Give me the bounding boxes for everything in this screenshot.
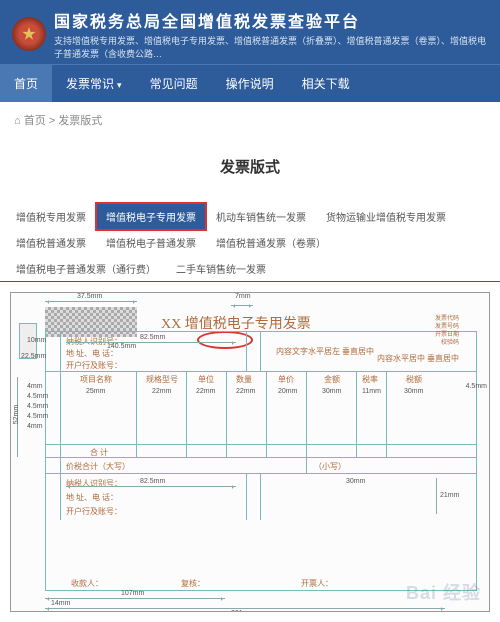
- seller-section: 纳税人识别号： 地 址、电 话： 开户行及账号： 82.5mm 21mm 30m…: [46, 474, 476, 520]
- app-header: 国家税务总局全国增值税发票查验平台 支持增值税专用发票、增值税电子专用发票、增值…: [0, 0, 500, 64]
- items-section: 项目名称 规格型号 单位 数量 单价 金额 税率 税额 25mm 22mm 22…: [46, 372, 476, 458]
- nav-download[interactable]: 相关下载: [288, 65, 364, 102]
- tab-vat-e-ordinary[interactable]: 增值税电子普通发票: [96, 229, 206, 256]
- app-subtitle: 支持增值税专用发票、增值税电子专用发票、增值税普通发票（折叠票）、增值税普通发票…: [54, 34, 488, 60]
- nav-knowledge[interactable]: 发票常识▾: [52, 65, 136, 102]
- app-title: 国家税务总局全国增值税发票查验平台: [54, 8, 488, 32]
- tab-vehicle[interactable]: 机动车销售统一发票: [206, 203, 316, 230]
- nav-faq[interactable]: 常见问题: [136, 65, 212, 102]
- watermark: Bai 经验: [406, 579, 481, 605]
- nav-guide[interactable]: 操作说明: [212, 65, 288, 102]
- nav-home[interactable]: 首页: [0, 65, 52, 102]
- tab-vat-ordinary[interactable]: 增值税普通发票: [6, 229, 96, 256]
- dim-top-left: [45, 301, 137, 302]
- total-section: 价税合计（大写） （小写）: [46, 458, 476, 474]
- main-nav: 首页 发票常识▾ 常见问题 操作说明 相关下载: [0, 64, 500, 102]
- tax-emblem-icon: [12, 17, 46, 51]
- tab-freight[interactable]: 货物运输业增值税专用发票: [316, 203, 456, 230]
- invoice-title: XX 增值税电子专用发票: [161, 313, 311, 333]
- invoice-type-tabs: 增值税专用发票 增值税电子专用发票 机动车销售统一发票 货物运输业增值税专用发票…: [0, 203, 500, 282]
- breadcrumb-home[interactable]: 首页: [24, 115, 46, 127]
- buyer-section: 纳税人识别号： 地 址、电 话： 开户行及账号： 82.5mm 内容文字水平居左…: [46, 332, 476, 372]
- tab-vat-e-toll[interactable]: 增值税电子普通发票（通行费）: [6, 255, 166, 282]
- breadcrumb-current: 发票版式: [58, 115, 102, 127]
- tab-vat-roll[interactable]: 增值税普通发票（卷票）: [206, 229, 336, 256]
- invoice-sheet: 纳税人识别号： 地 址、电 话： 开户行及账号： 82.5mm 内容文字水平居左…: [45, 331, 477, 591]
- invoice-layout-diagram: XX 增值税电子专用发票 37.5mm 7mm 140.5mm 纳税人识别号： …: [10, 292, 490, 612]
- tab-vat-e-special[interactable]: 增值税电子专用发票: [96, 203, 206, 230]
- page-title: 发票版式: [0, 138, 500, 203]
- dim-top-gap: [231, 305, 253, 306]
- tab-vat-special[interactable]: 增值税专用发票: [6, 203, 96, 230]
- tab-used-car[interactable]: 二手车销售统一发票: [166, 255, 276, 282]
- chevron-down-icon: ▾: [117, 80, 122, 90]
- home-icon: ⌂: [14, 115, 21, 127]
- breadcrumb: ⌂ 首页 > 发票版式: [0, 102, 500, 138]
